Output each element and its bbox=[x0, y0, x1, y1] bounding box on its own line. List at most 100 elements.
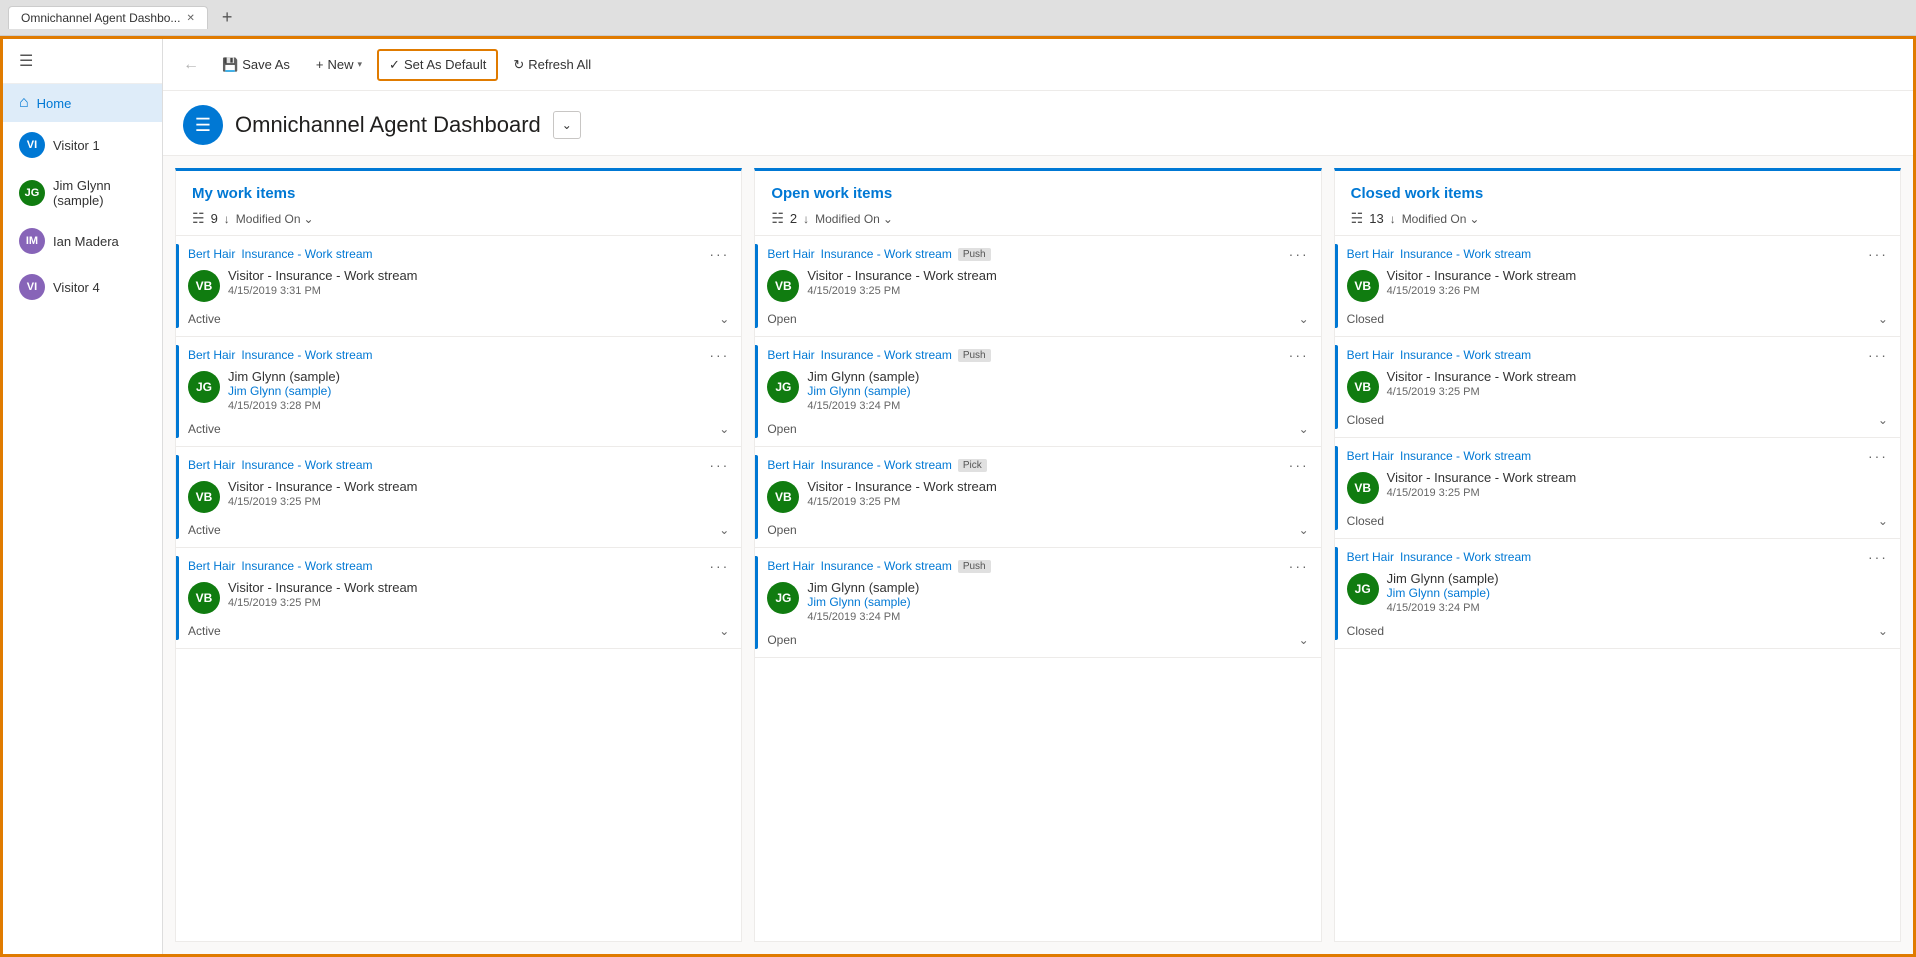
more-options-button[interactable]: ··· bbox=[709, 347, 729, 363]
add-tab-button[interactable]: + bbox=[214, 5, 241, 30]
card-meta: Bert Hair Insurance - Work stream Push bbox=[767, 247, 990, 261]
item-info: Visitor - Insurance - Work stream 4/15/2… bbox=[1387, 470, 1888, 499]
more-options-button[interactable]: ··· bbox=[709, 457, 729, 473]
card-footer: Closed ⌄ bbox=[1347, 510, 1888, 528]
workstream-name[interactable]: Insurance - Work stream bbox=[1400, 550, 1531, 564]
more-options-button[interactable]: ··· bbox=[1868, 246, 1888, 262]
more-options-button[interactable]: ··· bbox=[1289, 347, 1309, 363]
expand-button[interactable]: ⌄ bbox=[1878, 413, 1888, 427]
sort-button[interactable]: Modified On ⌄ bbox=[236, 212, 314, 226]
table-row: Bert Hair Insurance - Work stream ··· JG… bbox=[1335, 539, 1900, 649]
item-title: Jim Glynn (sample) bbox=[1387, 571, 1888, 586]
avatar: JG bbox=[767, 371, 799, 403]
more-options-button[interactable]: ··· bbox=[1868, 549, 1888, 565]
card-body: VB Visitor - Insurance - Work stream 4/1… bbox=[1347, 369, 1888, 403]
item-subtitle[interactable]: Jim Glynn (sample) bbox=[228, 384, 729, 398]
workstream-name[interactable]: Insurance - Work stream bbox=[1400, 449, 1531, 463]
card-footer: Active ⌄ bbox=[188, 519, 729, 537]
new-label: New bbox=[327, 57, 353, 72]
item-subtitle[interactable]: Jim Glynn (sample) bbox=[1387, 586, 1888, 600]
workstream-name[interactable]: Insurance - Work stream bbox=[821, 559, 952, 573]
expand-button[interactable]: ⌄ bbox=[719, 624, 729, 638]
back-button[interactable]: ← bbox=[175, 52, 207, 78]
agent-name[interactable]: Bert Hair bbox=[767, 348, 814, 362]
avatar: VB bbox=[188, 270, 220, 302]
sidebar-item-visitor4[interactable]: VI Visitor 4 bbox=[3, 264, 162, 310]
browser-tab[interactable]: Omnichannel Agent Dashbo... ✕ bbox=[8, 6, 208, 29]
sidebar-item-ianmadera[interactable]: IM Ian Madera bbox=[3, 218, 162, 264]
column-header: My work items ☵ 9 ↓ Modified On ⌄ bbox=[176, 171, 741, 236]
status-badge: Closed bbox=[1347, 624, 1384, 638]
avatar: VB bbox=[1347, 270, 1379, 302]
dashboard-title: Omnichannel Agent Dashboard bbox=[235, 112, 541, 138]
dashboard-dropdown-button[interactable]: ⌄ bbox=[553, 111, 581, 139]
sort-direction-icon: ↓ bbox=[224, 212, 230, 226]
agent-name[interactable]: Bert Hair bbox=[188, 559, 235, 573]
more-options-button[interactable]: ··· bbox=[709, 558, 729, 574]
expand-button[interactable]: ⌄ bbox=[719, 312, 729, 326]
card-accent bbox=[755, 345, 758, 438]
agent-name[interactable]: Bert Hair bbox=[188, 247, 235, 261]
card-body: VB Visitor - Insurance - Work stream 4/1… bbox=[767, 479, 1308, 513]
hamburger-menu-button[interactable]: ☰ bbox=[3, 39, 162, 84]
expand-button[interactable]: ⌄ bbox=[1299, 312, 1309, 326]
item-info: Visitor - Insurance - Work stream 4/15/2… bbox=[1387, 369, 1888, 398]
agent-name[interactable]: Bert Hair bbox=[1347, 550, 1394, 564]
table-row: Bert Hair Insurance - Work stream ··· VB… bbox=[1335, 236, 1900, 337]
expand-button[interactable]: ⌄ bbox=[719, 523, 729, 537]
agent-name[interactable]: Bert Hair bbox=[767, 458, 814, 472]
columns-container: My work items ☵ 9 ↓ Modified On ⌄ Bert H… bbox=[163, 156, 1913, 954]
sort-button[interactable]: Modified On ⌄ bbox=[1402, 212, 1480, 226]
workstream-name[interactable]: Insurance - Work stream bbox=[1400, 247, 1531, 261]
workstream-name[interactable]: Insurance - Work stream bbox=[821, 348, 952, 362]
item-subtitle[interactable]: Jim Glynn (sample) bbox=[807, 384, 1308, 398]
workstream-name[interactable]: Insurance - Work stream bbox=[1400, 348, 1531, 362]
agent-name[interactable]: Bert Hair bbox=[1347, 247, 1394, 261]
column-controls: ☵ 13 ↓ Modified On ⌄ bbox=[1351, 210, 1884, 227]
agent-name[interactable]: Bert Hair bbox=[767, 559, 814, 573]
workstream-name[interactable]: Insurance - Work stream bbox=[241, 348, 372, 362]
expand-button[interactable]: ⌄ bbox=[1299, 633, 1309, 647]
agent-name[interactable]: Bert Hair bbox=[188, 458, 235, 472]
sidebar-item-visitor1[interactable]: VI Visitor 1 bbox=[3, 122, 162, 168]
refresh-all-button[interactable]: ↻ Refresh All bbox=[502, 50, 602, 80]
more-options-button[interactable]: ··· bbox=[1289, 457, 1309, 473]
agent-name[interactable]: Bert Hair bbox=[1347, 348, 1394, 362]
more-options-button[interactable]: ··· bbox=[1289, 246, 1309, 262]
sidebar-item-jimglynn[interactable]: JG Jim Glynn (sample) bbox=[3, 168, 162, 218]
expand-button[interactable]: ⌄ bbox=[1878, 624, 1888, 638]
toolbar: ← 💾 Save As + New ▾ ✓ Set As Default ↻ R… bbox=[163, 39, 1913, 91]
card-footer: Closed ⌄ bbox=[1347, 620, 1888, 638]
agent-name[interactable]: Bert Hair bbox=[1347, 449, 1394, 463]
card-body: VB Visitor - Insurance - Work stream 4/1… bbox=[188, 268, 729, 302]
workstream-name[interactable]: Insurance - Work stream bbox=[821, 458, 952, 472]
agent-name[interactable]: Bert Hair bbox=[767, 247, 814, 261]
tab-close-icon[interactable]: ✕ bbox=[186, 13, 194, 24]
expand-button[interactable]: ⌄ bbox=[1878, 312, 1888, 326]
agent-name[interactable]: Bert Hair bbox=[188, 348, 235, 362]
status-badge: Closed bbox=[1347, 413, 1384, 427]
save-as-button[interactable]: 💾 Save As bbox=[211, 50, 301, 80]
workstream-name[interactable]: Insurance - Work stream bbox=[241, 247, 372, 261]
more-options-button[interactable]: ··· bbox=[709, 246, 729, 262]
expand-button[interactable]: ⌄ bbox=[719, 422, 729, 436]
expand-button[interactable]: ⌄ bbox=[1878, 514, 1888, 528]
card-footer: Open ⌄ bbox=[767, 418, 1308, 436]
set-as-default-label: Set As Default bbox=[404, 57, 486, 72]
table-row: Bert Hair Insurance - Work stream ··· VB… bbox=[1335, 438, 1900, 539]
more-options-button[interactable]: ··· bbox=[1868, 347, 1888, 363]
workstream-name[interactable]: Insurance - Work stream bbox=[241, 559, 372, 573]
more-options-button[interactable]: ··· bbox=[1868, 448, 1888, 464]
new-button[interactable]: + New ▾ bbox=[305, 50, 373, 79]
workstream-name[interactable]: Insurance - Work stream bbox=[821, 247, 952, 261]
item-subtitle[interactable]: Jim Glynn (sample) bbox=[807, 595, 1308, 609]
sidebar-home-label: Home bbox=[37, 96, 72, 111]
workstream-name[interactable]: Insurance - Work stream bbox=[241, 458, 372, 472]
expand-button[interactable]: ⌄ bbox=[1299, 523, 1309, 537]
set-as-default-button[interactable]: ✓ Set As Default bbox=[377, 49, 498, 81]
more-options-button[interactable]: ··· bbox=[1289, 558, 1309, 574]
expand-button[interactable]: ⌄ bbox=[1299, 422, 1309, 436]
card-body: VB Visitor - Insurance - Work stream 4/1… bbox=[767, 268, 1308, 302]
sidebar-item-home[interactable]: ⌂ Home bbox=[3, 84, 162, 122]
sort-button[interactable]: Modified On ⌄ bbox=[815, 212, 893, 226]
